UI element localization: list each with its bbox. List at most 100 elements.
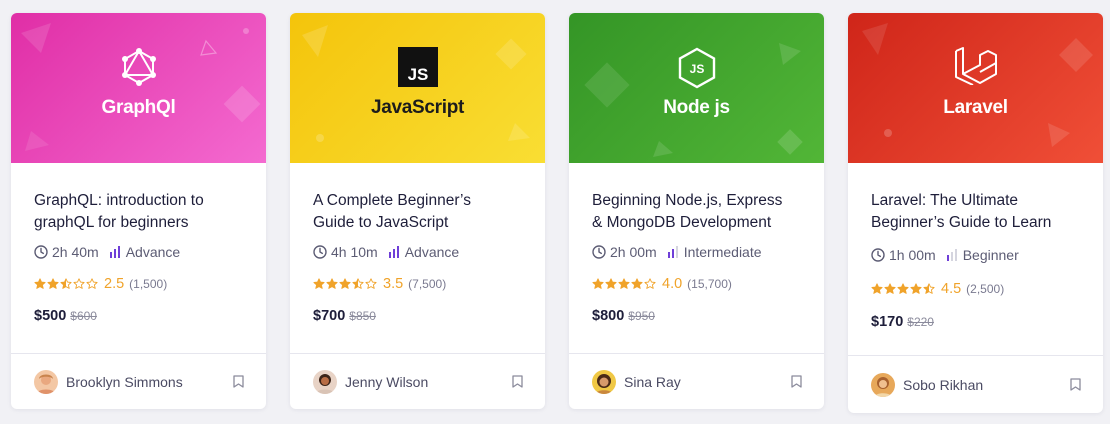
course-thumbnail[interactable]: JS JavaScript xyxy=(290,13,545,163)
course-card[interactable]: Laravel Laravel: The Ultimate Beginner’s… xyxy=(848,13,1103,413)
star-icon xyxy=(897,283,909,294)
star-rating xyxy=(592,278,657,290)
course-duration: 4h 10m xyxy=(331,244,378,260)
avatar[interactable] xyxy=(313,369,337,394)
course-meta: 4h 10m Advance xyxy=(313,242,523,262)
star-icon xyxy=(86,278,98,289)
course-footer: Jenny Wilson xyxy=(290,353,545,409)
course-footer: Sobo Rikhan xyxy=(848,355,1103,413)
star-icon xyxy=(923,283,935,294)
course-price: $170 $220 xyxy=(871,314,1081,330)
course-duration: 1h 00m xyxy=(889,247,936,263)
course-level: Intermediate xyxy=(683,244,762,260)
avatar[interactable] xyxy=(592,369,616,394)
course-meta: 1h 00m Beginner xyxy=(871,245,1081,265)
nodejs-logo-icon: JS xyxy=(569,47,824,89)
course-title[interactable]: Beginning Node.js, Express & MongoDB Dev… xyxy=(592,190,802,234)
course-card[interactable]: GraphQl GraphQL: introduction to graphQL… xyxy=(11,13,266,409)
clock-icon xyxy=(592,245,606,259)
course-duration: 2h 00m xyxy=(610,244,657,260)
star-icon xyxy=(644,278,656,289)
course-level: Beginner xyxy=(962,247,1019,263)
star-icon xyxy=(605,278,617,289)
current-price: $500 xyxy=(34,308,67,324)
author-name[interactable]: Brooklyn Simmons xyxy=(66,374,233,390)
javascript-logo-icon: JS xyxy=(290,47,545,87)
clock-icon xyxy=(313,245,327,259)
star-rating xyxy=(871,283,936,295)
course-title-line: Laravel: The Ultimate xyxy=(871,192,1019,209)
course-title-line: graphQL for beginners xyxy=(34,214,189,231)
clock-icon xyxy=(871,248,885,262)
course-rating: 3.5 (7,500) xyxy=(313,275,523,293)
rating-count: (2,500) xyxy=(966,282,1005,296)
rating-count: (1,500) xyxy=(129,277,168,291)
course-thumbnail[interactable]: Laravel xyxy=(848,13,1103,163)
decorative-shapes xyxy=(302,25,530,142)
rating-score: 4.5 xyxy=(941,281,962,297)
level-bars-icon xyxy=(109,246,120,258)
author-name[interactable]: Sobo Rikhan xyxy=(903,377,1070,393)
star-icon xyxy=(631,278,643,289)
decorative-shapes xyxy=(862,23,1093,147)
rating-score: 2.5 xyxy=(104,276,125,292)
js-logo-text: JS xyxy=(407,65,428,84)
course-thumbnail[interactable]: JS Node js xyxy=(569,13,824,163)
course-title-line: Beginner’s Guide to Learn xyxy=(871,214,1052,231)
star-icon xyxy=(73,278,85,289)
star-icon xyxy=(618,278,630,289)
course-price: $800 $950 xyxy=(592,308,802,324)
bookmark-icon[interactable] xyxy=(512,375,523,388)
star-icon xyxy=(352,278,364,289)
course-rating: 4.0 (15,700) xyxy=(592,275,802,293)
course-brand: Node js xyxy=(663,97,730,118)
course-brand: JavaScript xyxy=(370,97,465,118)
rating-score: 4.0 xyxy=(662,276,683,292)
course-level: Advance xyxy=(125,244,181,260)
star-icon xyxy=(365,278,377,289)
star-icon xyxy=(326,278,338,289)
star-icon xyxy=(884,283,896,294)
level-bars-icon xyxy=(946,249,957,261)
star-icon xyxy=(592,278,604,289)
original-price: $600 xyxy=(70,309,97,323)
decorative-shapes xyxy=(21,23,261,151)
course-meta: 2h 40m Advance xyxy=(34,242,244,262)
course-title[interactable]: A Complete Beginner’s Guide to JavaScrip… xyxy=(313,190,523,234)
course-price: $500 $600 xyxy=(34,308,244,324)
course-title[interactable]: Laravel: The Ultimate Beginner’s Guide t… xyxy=(871,190,1081,234)
bookmark-icon[interactable] xyxy=(1070,378,1081,391)
clock-icon xyxy=(34,245,48,259)
course-title-line: A Complete Beginner’s xyxy=(313,192,471,209)
svg-text:JS: JS xyxy=(689,62,704,76)
bookmark-icon[interactable] xyxy=(791,375,802,388)
course-footer: Brooklyn Simmons xyxy=(11,353,266,409)
course-card[interactable]: JS Node js Beginning Node.js, Express & … xyxy=(569,13,824,409)
current-price: $800 xyxy=(592,308,625,324)
star-icon xyxy=(60,278,72,289)
course-title-line: & MongoDB Development xyxy=(592,214,772,231)
course-thumbnail[interactable]: GraphQl xyxy=(11,13,266,163)
course-title-line: GraphQL: introduction to xyxy=(34,192,204,209)
graphql-logo-icon xyxy=(11,47,266,87)
author-name[interactable]: Jenny Wilson xyxy=(345,374,512,390)
course-rating: 4.5 (2,500) xyxy=(871,280,1081,298)
star-icon xyxy=(910,283,922,294)
author-name[interactable]: Sina Ray xyxy=(624,374,791,390)
level-bars-icon xyxy=(388,246,399,258)
rating-count: (7,500) xyxy=(408,277,447,291)
course-price: $700 $850 xyxy=(313,308,523,324)
avatar[interactable] xyxy=(871,372,895,397)
star-icon xyxy=(339,278,351,289)
bookmark-icon[interactable] xyxy=(233,375,244,388)
course-card[interactable]: JS JavaScript A Complete Beginner’s Guid… xyxy=(290,13,545,409)
avatar[interactable] xyxy=(34,369,58,394)
course-brand: GraphQl xyxy=(101,97,176,118)
course-level: Advance xyxy=(404,244,460,260)
course-title-line: Guide to JavaScript xyxy=(313,214,449,231)
current-price: $170 xyxy=(871,314,904,330)
course-footer: Sina Ray xyxy=(569,353,824,409)
course-title[interactable]: GraphQL: introduction to graphQL for beg… xyxy=(34,190,244,234)
rating-count: (15,700) xyxy=(687,277,732,291)
star-rating xyxy=(313,278,378,290)
